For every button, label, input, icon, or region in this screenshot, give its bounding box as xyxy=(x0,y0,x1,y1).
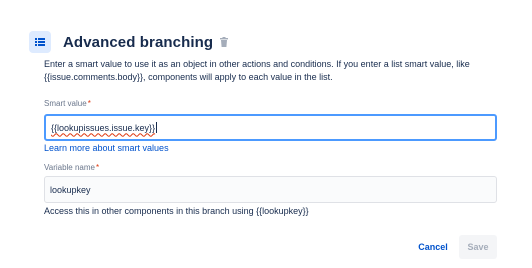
advanced-branching-panel: Advanced branching Enter a smart value t… xyxy=(0,0,532,268)
required-marker: * xyxy=(96,163,100,172)
component-description: Enter a smart value to use it as an obje… xyxy=(44,59,470,82)
cancel-button[interactable]: Cancel xyxy=(412,235,454,259)
trash-icon[interactable] xyxy=(220,37,230,48)
smart-value-text: {{lookupissues.issue.key}} xyxy=(51,122,156,133)
variable-name-input[interactable]: lookupkey xyxy=(44,176,497,203)
component-header: Advanced branching xyxy=(29,30,230,54)
page-title: Advanced branching xyxy=(63,33,214,51)
variable-name-label: Variable name* xyxy=(44,163,100,172)
save-button[interactable]: Save xyxy=(459,235,497,259)
variable-name-help: Access this in other components in this … xyxy=(44,206,309,216)
text-caret xyxy=(156,122,158,133)
smart-value-label: Smart value* xyxy=(44,99,91,108)
smart-value-input[interactable]: {{lookupissues.issue.key}} xyxy=(44,114,497,141)
learn-smart-values-link[interactable]: Learn more about smart values xyxy=(44,143,169,153)
branch-list-icon xyxy=(29,31,51,53)
required-marker: * xyxy=(87,99,91,108)
variable-name-text: lookupkey xyxy=(50,184,91,195)
